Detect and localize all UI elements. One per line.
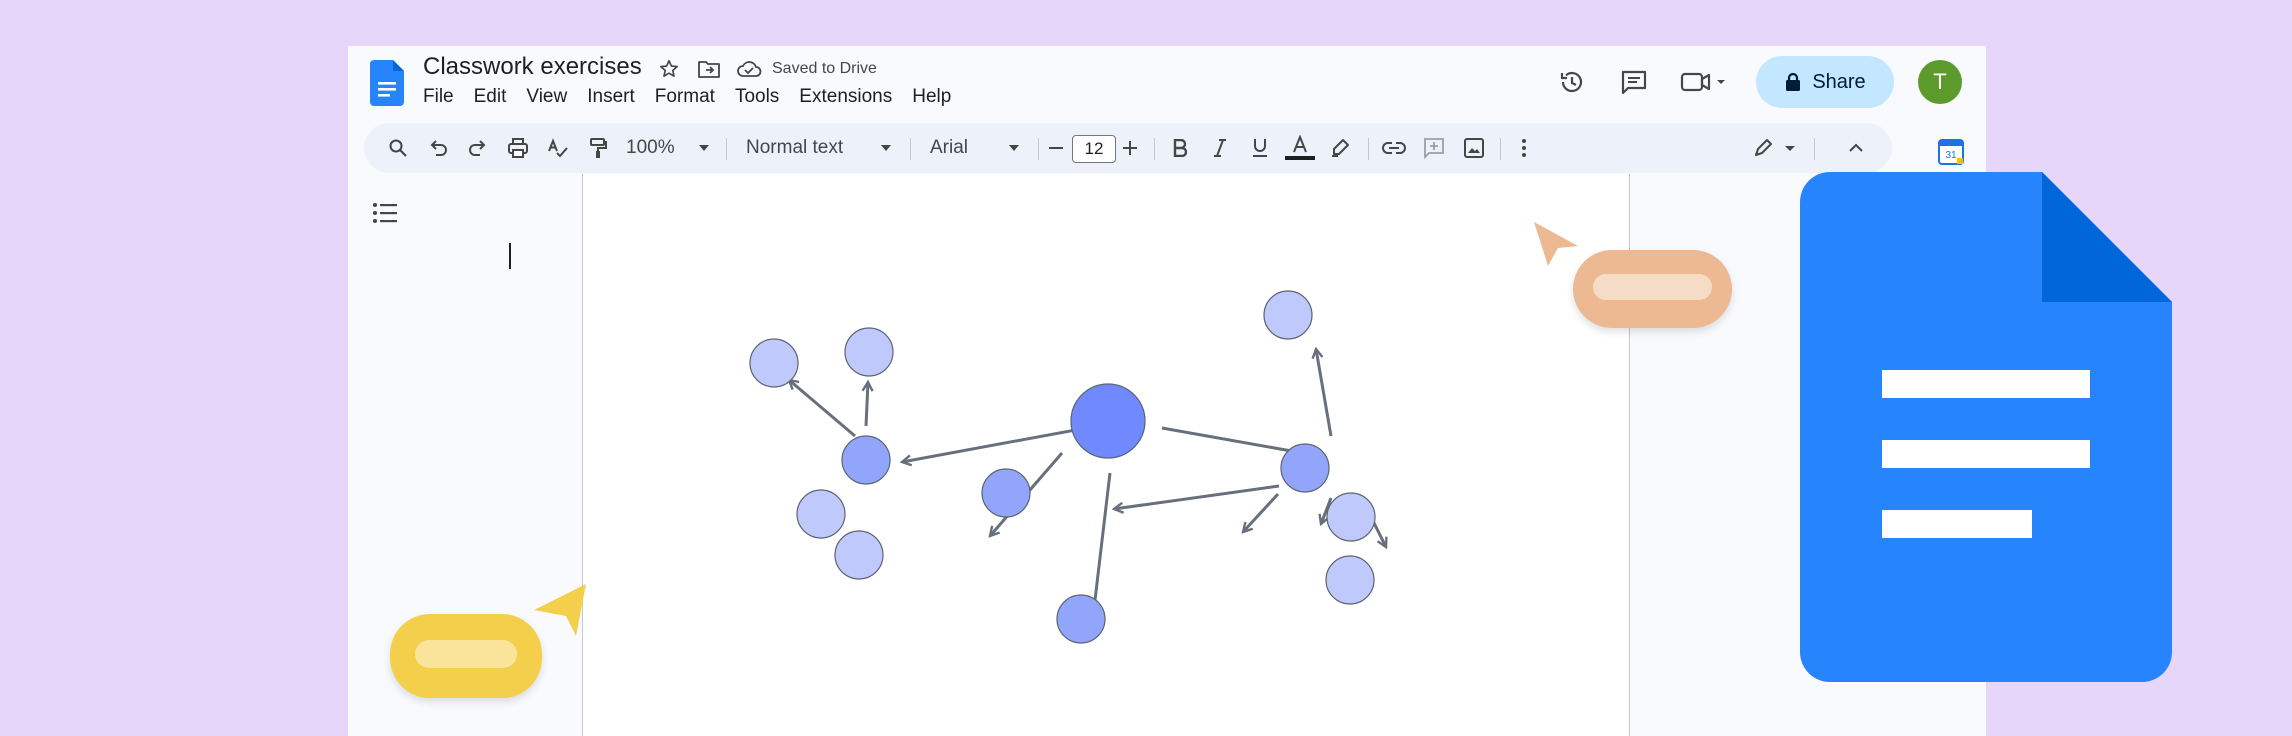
toolbar-divider <box>1814 138 1815 160</box>
collaborator-cursor-yellow-icon <box>534 584 586 636</box>
text-color-icon[interactable] <box>1282 123 1318 173</box>
menu-tools[interactable]: Tools <box>725 86 789 108</box>
toolbar-divider <box>1500 138 1501 160</box>
formatting-toolbar: 100% Normal text Arial 12 <box>364 123 1892 173</box>
central-node <box>1070 383 1146 459</box>
menu-file[interactable]: File <box>423 86 464 108</box>
menu-help[interactable]: Help <box>902 86 961 108</box>
mind-map-drawing[interactable] <box>583 174 1629 736</box>
move-folder-icon[interactable] <box>696 56 722 82</box>
menu-format[interactable]: Format <box>645 86 725 108</box>
undo-icon[interactable] <box>422 123 454 173</box>
italic-icon[interactable] <box>1204 123 1236 173</box>
edge <box>1114 484 1280 509</box>
docs-logo-icon[interactable] <box>370 60 404 106</box>
leaf-node <box>1325 555 1375 605</box>
font-dropdown-icon[interactable] <box>1004 123 1024 173</box>
toolbar-divider <box>726 138 727 160</box>
highlight-icon[interactable] <box>1324 123 1356 173</box>
leaf-node <box>1326 492 1376 542</box>
increase-font-size-icon[interactable] <box>1120 123 1140 173</box>
zoom-dropdown-icon[interactable] <box>694 123 714 173</box>
history-icon[interactable] <box>1552 62 1592 102</box>
search-icon[interactable] <box>382 123 414 173</box>
leaf-node <box>844 327 894 377</box>
leaf-node <box>796 489 846 539</box>
calendar-day: 31 <box>1945 150 1957 161</box>
paragraph-style-value: Normal text <box>746 137 844 158</box>
underline-icon[interactable] <box>1244 123 1276 173</box>
insert-image-icon[interactable] <box>1458 123 1490 173</box>
collaborator-tag-yellow <box>390 614 542 698</box>
google-docs-logo-icon <box>1800 172 2172 682</box>
style-dropdown-icon[interactable] <box>876 123 896 173</box>
paint-format-icon[interactable] <box>582 123 614 173</box>
top-bar: Classwork exercises Saved to Drive File … <box>348 46 1986 122</box>
mid-node <box>981 468 1031 518</box>
zoom-value: 100% <box>626 137 675 158</box>
editing-mode-button[interactable] <box>1750 123 1800 173</box>
leaf-node <box>834 530 884 580</box>
menu-edit[interactable]: Edit <box>464 86 517 108</box>
comments-icon[interactable] <box>1614 62 1654 102</box>
zoom-select[interactable]: 100% <box>626 123 698 173</box>
bold-icon[interactable] <box>1164 123 1196 173</box>
toolbar-divider <box>1154 138 1155 160</box>
document-title[interactable]: Classwork exercises <box>423 53 642 81</box>
edge <box>789 380 856 438</box>
menu-bar: File Edit View Insert Format Tools Exten… <box>423 86 961 108</box>
mid-node <box>1056 594 1106 644</box>
lock-icon <box>1786 72 1801 91</box>
toolbar-divider <box>910 138 911 160</box>
edge <box>866 382 868 427</box>
print-icon[interactable] <box>502 123 534 173</box>
mid-node <box>841 435 891 485</box>
share-button[interactable]: Share <box>1756 56 1894 108</box>
paragraph-style-select[interactable]: Normal text <box>746 123 866 173</box>
menu-insert[interactable]: Insert <box>577 86 645 108</box>
font-size-input[interactable]: 12 <box>1072 135 1116 163</box>
redo-icon[interactable] <box>462 123 494 173</box>
share-label: Share <box>1812 70 1866 93</box>
menu-extensions[interactable]: Extensions <box>789 86 902 108</box>
edge <box>1316 349 1333 437</box>
header-actions: Share T <box>1552 54 1986 110</box>
leaf-node <box>749 338 799 388</box>
add-comment-icon[interactable] <box>1418 123 1450 173</box>
star-icon[interactable] <box>656 56 682 82</box>
saved-status: Saved to Drive <box>772 60 877 77</box>
chevron-up-icon[interactable] <box>1840 123 1872 173</box>
edge <box>1243 492 1280 532</box>
collaborator-tag-orange <box>1573 250 1732 328</box>
link-icon[interactable] <box>1378 123 1410 173</box>
pencil-icon <box>1755 139 1795 156</box>
calendar-icon[interactable]: 31 <box>1938 139 1964 165</box>
decrease-font-size-icon[interactable] <box>1046 123 1066 173</box>
cloud-saved-icon[interactable] <box>736 56 762 82</box>
edge <box>1093 472 1112 617</box>
mid-node <box>1280 443 1330 493</box>
font-value: Arial <box>930 137 969 158</box>
text-cursor <box>509 243 511 269</box>
menu-view[interactable]: View <box>516 86 577 108</box>
collaborator-cursor-orange-icon <box>1534 222 1578 266</box>
avatar[interactable]: T <box>1918 60 1962 104</box>
toolbar-divider <box>1038 138 1039 160</box>
docs-window: Classwork exercises Saved to Drive File … <box>348 46 1986 736</box>
spellcheck-icon[interactable] <box>542 123 574 173</box>
more-vert-icon[interactable] <box>1508 123 1540 173</box>
font-select[interactable]: Arial <box>930 123 1010 173</box>
document-page[interactable] <box>582 174 1630 736</box>
title-actions: Saved to Drive <box>656 56 877 82</box>
toolbar-divider <box>1368 138 1369 160</box>
video-call-icon[interactable] <box>1676 62 1732 102</box>
leaf-node <box>1263 290 1313 340</box>
outline-list-icon[interactable] <box>372 202 398 224</box>
